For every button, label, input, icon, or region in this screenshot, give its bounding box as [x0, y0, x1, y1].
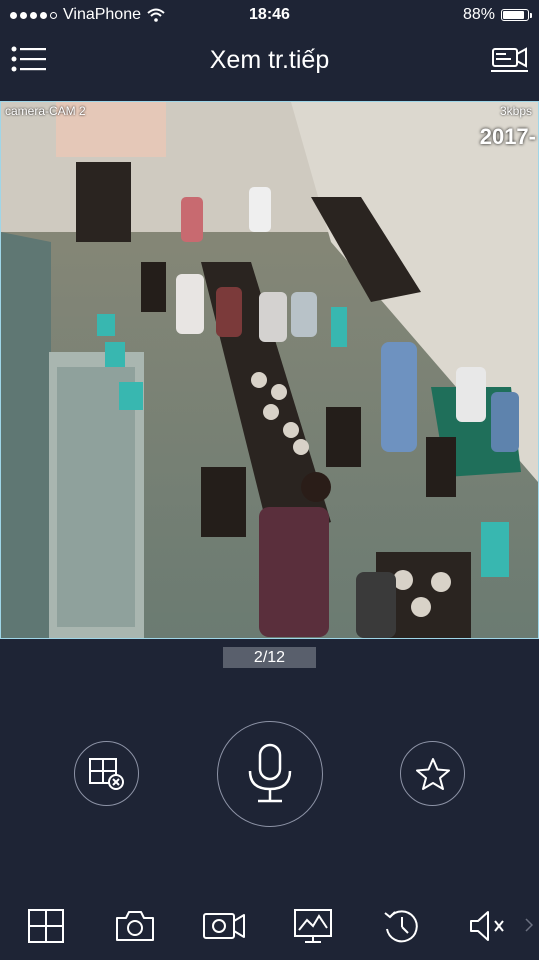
mute-button[interactable]	[466, 906, 510, 946]
close-view-icon	[88, 757, 124, 790]
bitrate-label: 3kbps	[499, 104, 532, 118]
battery-icon	[501, 9, 532, 21]
video-timestamp: 2017-	[479, 124, 536, 149]
playback-history-icon	[384, 910, 418, 943]
camera-label: camera-CAM 2	[5, 104, 86, 118]
header: Xem tr.tiếp	[0, 30, 539, 90]
bottom-toolbar	[0, 890, 539, 960]
hamburger-menu-icon	[11, 46, 46, 72]
carrier-name: VinaPhone	[63, 6, 141, 23]
monitor-button[interactable]	[291, 906, 335, 946]
mute-icon	[470, 911, 504, 941]
status-right: 88%	[462, 6, 532, 24]
close-view-button[interactable]	[74, 741, 139, 806]
grid-layout-icon	[28, 909, 64, 943]
channel-page-indicator: 2/12	[223, 647, 316, 668]
signal-strength-icon	[10, 11, 57, 19]
star-icon	[415, 757, 450, 790]
snapshot-button[interactable]	[113, 906, 157, 946]
video-record-icon	[491, 47, 528, 72]
record-button[interactable]	[202, 906, 246, 946]
playback-button[interactable]	[380, 906, 424, 946]
favorite-button[interactable]	[400, 741, 465, 806]
microphone-icon	[248, 743, 292, 803]
wifi-icon	[147, 8, 165, 22]
page-title: Xem tr.tiếp	[209, 45, 330, 74]
monitor-activity-icon	[294, 909, 332, 943]
status-bar: VinaPhone 18:46 88%	[0, 0, 539, 30]
camera-snapshot-icon	[116, 911, 154, 941]
camera-scene	[1, 102, 538, 638]
video-record-icon	[203, 913, 245, 939]
more-chevron-icon[interactable]	[525, 918, 534, 937]
record-list-button[interactable]	[491, 44, 529, 74]
status-left: VinaPhone	[10, 6, 165, 24]
grid-layout-button[interactable]	[24, 906, 68, 946]
live-video-feed[interactable]: camera-CAM 2 3kbps 2017-	[0, 101, 539, 639]
menu-button[interactable]	[10, 44, 48, 74]
talk-button[interactable]	[217, 721, 323, 827]
battery-level	[503, 11, 524, 19]
battery-percent: 88%	[462, 6, 495, 23]
